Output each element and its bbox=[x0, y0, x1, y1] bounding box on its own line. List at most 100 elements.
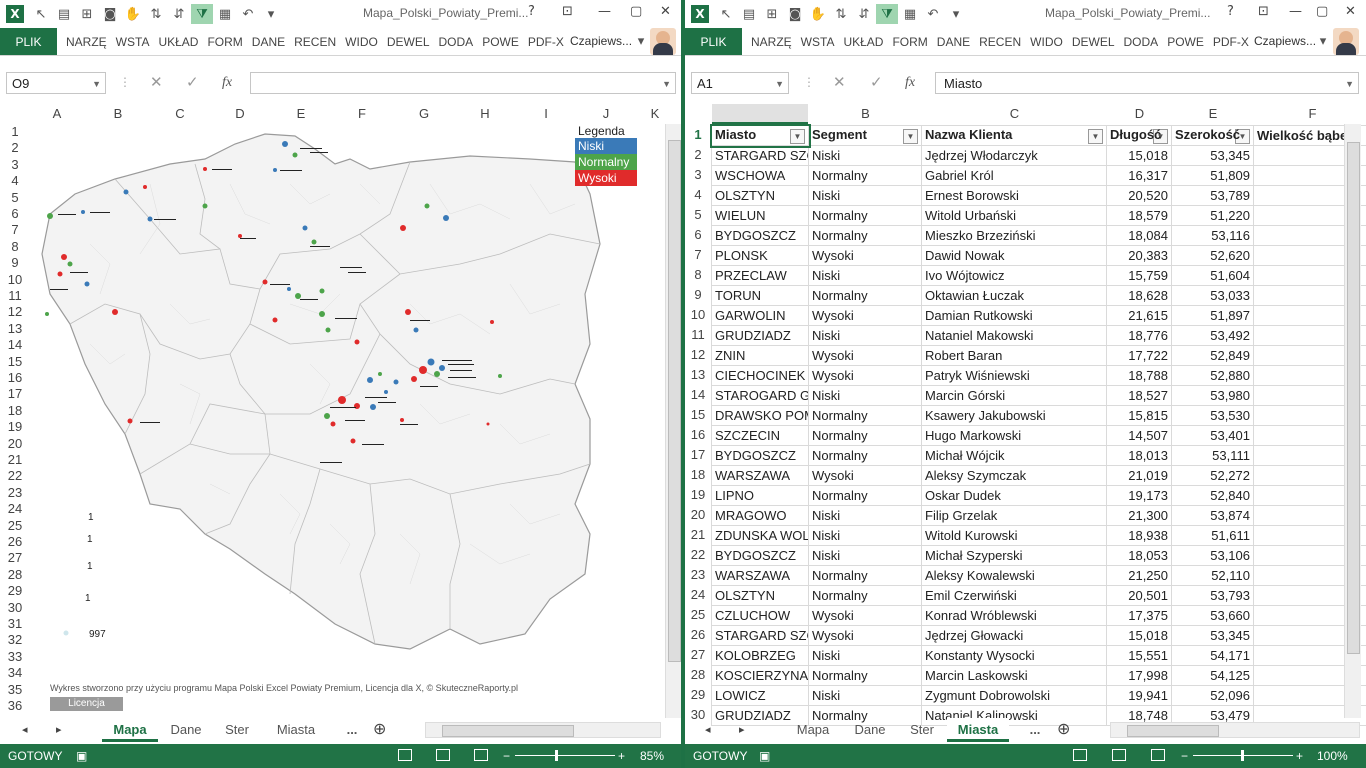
border-icon[interactable]: ▦ bbox=[214, 4, 236, 24]
row-header[interactable]: 29 bbox=[685, 685, 711, 705]
table-cell[interactable]: 20,383 bbox=[1106, 245, 1172, 266]
table-cell[interactable]: ZDUNSKA WOLA bbox=[711, 525, 809, 546]
tab-dane[interactable]: Dane bbox=[845, 718, 895, 742]
table-cell[interactable]: 53,033 bbox=[1171, 285, 1254, 306]
bubble[interactable] bbox=[202, 203, 208, 209]
font-size-icon[interactable]: ▤ bbox=[738, 4, 760, 24]
row-header[interactable]: 21 bbox=[685, 525, 711, 545]
table-cell[interactable]: 18,084 bbox=[1106, 225, 1172, 246]
table-cell[interactable]: Niski bbox=[808, 525, 922, 546]
table-cell[interactable]: 53,492 bbox=[1171, 325, 1254, 346]
chevron-down-icon[interactable]: ▼ bbox=[92, 73, 101, 95]
table-cell[interactable]: OLSZTYN bbox=[711, 185, 809, 206]
table-cell[interactable]: WSCHOWA bbox=[711, 165, 809, 186]
table-cell[interactable]: Niski bbox=[808, 325, 922, 346]
table-cell[interactable]: GARWOLIN bbox=[711, 305, 809, 326]
chevron-down-icon[interactable]: ▼ bbox=[775, 73, 784, 95]
user-name[interactable]: Czapiews... bbox=[570, 34, 632, 48]
table-cell[interactable]: 53,793 bbox=[1171, 585, 1254, 606]
table-cell[interactable]: Normalny bbox=[808, 405, 922, 426]
bubble[interactable] bbox=[282, 141, 288, 147]
row-header[interactable]: 15 bbox=[685, 405, 711, 425]
table-cell[interactable]: 18,053 bbox=[1106, 545, 1172, 566]
page-layout-icon[interactable] bbox=[1112, 749, 1126, 761]
row-header[interactable]: 6 bbox=[0, 206, 30, 222]
insert-function-icon[interactable]: fx bbox=[905, 75, 915, 91]
table-cell[interactable]: DRAWSKO POM bbox=[711, 405, 809, 426]
bubble[interactable] bbox=[370, 404, 376, 410]
ribbon-tab[interactable]: UKŁAD bbox=[839, 35, 887, 49]
row-header[interactable]: 3 bbox=[685, 165, 711, 185]
vertical-scrollbar[interactable] bbox=[1344, 124, 1361, 718]
table-cell[interactable]: 16,317 bbox=[1106, 165, 1172, 186]
row-header[interactable]: 18 bbox=[685, 465, 711, 485]
ribbon-tab[interactable]: RECEN bbox=[975, 35, 1025, 49]
row-header[interactable]: 27 bbox=[685, 645, 711, 665]
horizontal-scrollbar[interactable] bbox=[1110, 722, 1360, 738]
bubble[interactable] bbox=[400, 418, 404, 422]
table-cell[interactable]: Emil Czerwiński bbox=[921, 585, 1107, 606]
row-header[interactable]: 20 bbox=[685, 505, 711, 525]
table-cell[interactable]: Wysoki bbox=[808, 625, 922, 646]
table-cell[interactable]: PRZECLAW bbox=[711, 265, 809, 286]
sort-asc-icon[interactable]: ⇅ bbox=[830, 4, 852, 24]
table-cell[interactable]: Patryk Wiśniewski bbox=[921, 365, 1107, 386]
table-cell[interactable]: 53,660 bbox=[1171, 605, 1254, 626]
table-cell[interactable]: 52,620 bbox=[1171, 245, 1254, 266]
table-cell[interactable]: 51,220 bbox=[1171, 205, 1254, 226]
sort-desc-icon[interactable]: ⇵ bbox=[168, 4, 190, 24]
row-header[interactable]: 25 bbox=[685, 605, 711, 625]
table-cell[interactable]: Konstanty Wysocki bbox=[921, 645, 1107, 666]
ribbon-tab[interactable]: NARZĘ bbox=[747, 35, 796, 49]
help-icon[interactable]: ? bbox=[1227, 4, 1234, 19]
file-tab[interactable]: PLIK bbox=[685, 28, 742, 55]
ribbon-tab[interactable]: DODA bbox=[435, 35, 478, 49]
table-cell[interactable]: BYDGOSZCZ bbox=[711, 225, 809, 246]
bubble[interactable] bbox=[434, 371, 440, 377]
row-header[interactable]: 18 bbox=[0, 403, 30, 419]
column-header[interactable]: B bbox=[809, 104, 922, 124]
table-cell[interactable]: BYDGOSZCZ bbox=[711, 445, 809, 466]
font-size-icon[interactable]: ▤ bbox=[53, 4, 75, 24]
table-cell[interactable]: 53,345 bbox=[1171, 625, 1254, 646]
row-header[interactable]: 13 bbox=[0, 321, 30, 337]
zoom-slider[interactable] bbox=[515, 755, 615, 756]
bubble[interactable] bbox=[350, 438, 356, 444]
more-tabs[interactable]: ... bbox=[338, 718, 366, 742]
table-cell[interactable]: Mieszko Brzeziński bbox=[921, 225, 1107, 246]
insert-sheet-icon[interactable]: ⊞ bbox=[761, 4, 783, 24]
bubble[interactable] bbox=[439, 365, 445, 371]
minimize-icon[interactable]: — bbox=[1289, 4, 1302, 19]
row-header[interactable]: 4 bbox=[0, 173, 30, 189]
row-header[interactable]: 6 bbox=[685, 225, 711, 245]
column-header[interactable]: G bbox=[409, 104, 439, 124]
bubble[interactable] bbox=[393, 379, 399, 385]
table-cell[interactable]: Ernest Borowski bbox=[921, 185, 1107, 206]
bubble[interactable] bbox=[319, 311, 325, 317]
column-header[interactable]: F bbox=[347, 104, 377, 124]
table-cell[interactable]: 53,789 bbox=[1171, 185, 1254, 206]
row-header[interactable]: 15 bbox=[0, 354, 30, 370]
table-cell[interactable]: Filip Grzelak bbox=[921, 505, 1107, 526]
ribbon-tab[interactable]: WSTA bbox=[797, 35, 839, 49]
column-header[interactable]: C bbox=[922, 104, 1107, 124]
bubble[interactable] bbox=[127, 418, 133, 424]
row-header[interactable]: 26 bbox=[685, 625, 711, 645]
header-cell[interactable]: ▼ Nazwa Klienta bbox=[921, 125, 1107, 146]
column-header[interactable]: D bbox=[1107, 104, 1172, 124]
table-cell[interactable]: LIPNO bbox=[711, 485, 809, 506]
row-header[interactable]: 2 bbox=[685, 145, 711, 165]
user-name[interactable]: Czapiews... bbox=[1254, 34, 1316, 48]
table-cell[interactable]: Normalny bbox=[808, 565, 922, 586]
macro-record-icon[interactable]: ▣ bbox=[76, 749, 87, 763]
row-header[interactable]: 13 bbox=[685, 365, 711, 385]
row-header[interactable]: 17 bbox=[0, 386, 30, 402]
sort-desc-icon[interactable]: ⇵ bbox=[853, 4, 875, 24]
bubble[interactable] bbox=[112, 309, 118, 315]
row-header[interactable]: 5 bbox=[0, 190, 30, 206]
bubble[interactable] bbox=[424, 203, 430, 209]
table-cell[interactable]: Ivo Wójtowicz bbox=[921, 265, 1107, 286]
bubble[interactable] bbox=[354, 339, 360, 345]
table-cell[interactable]: KOSCIERZYNA bbox=[711, 665, 809, 686]
insert-sheet-icon[interactable]: ⊞ bbox=[76, 4, 98, 24]
